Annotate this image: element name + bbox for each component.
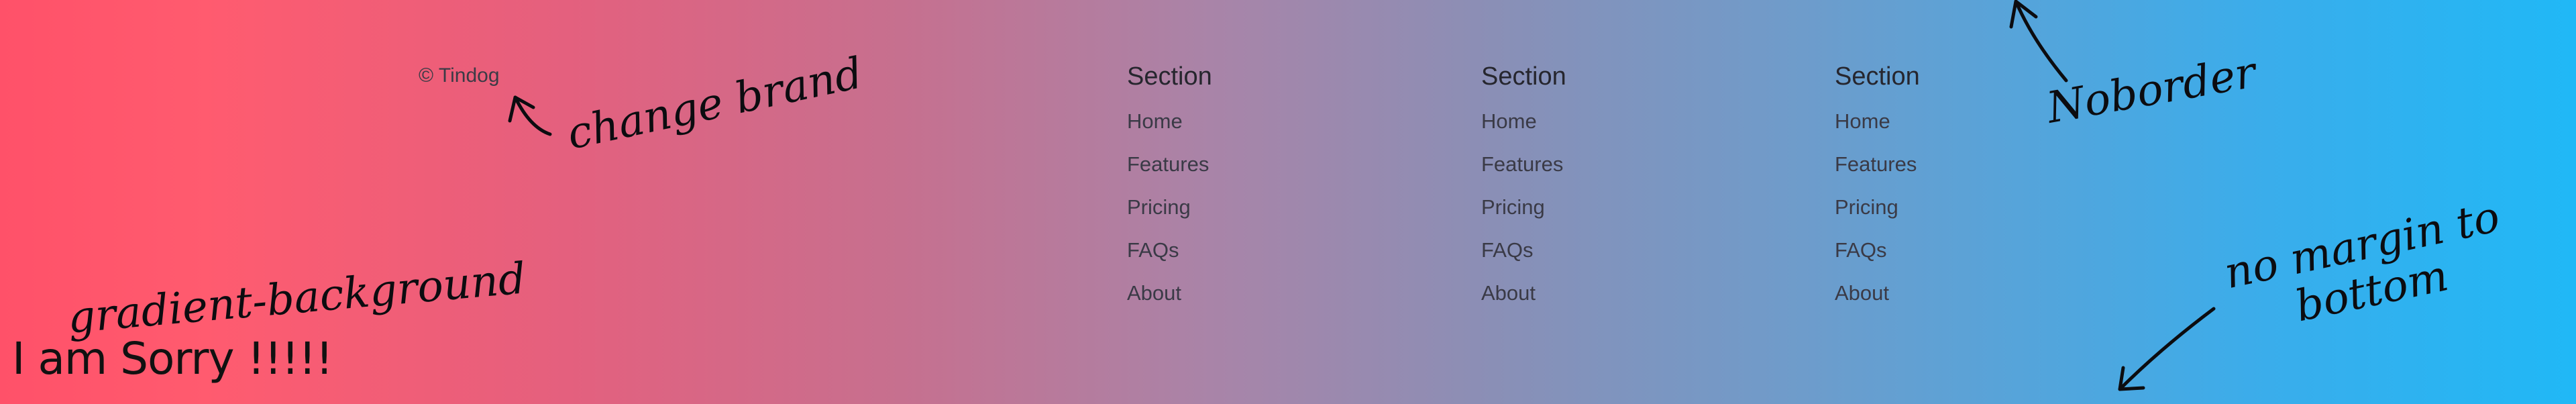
footer-link-pricing[interactable]: Pricing [1481, 191, 1545, 224]
footer-link-faqs[interactable]: FAQs [1127, 234, 1179, 267]
annotation-change-brand: change brand [563, 48, 867, 160]
overlay-sorry-text: I am Sorry !!!!! [12, 333, 333, 385]
annotation-no-border: Noborder [2043, 48, 2260, 134]
footer-section-1: Section Home Features Pricing FAQs About [1127, 59, 1212, 319]
footer-link-features[interactable]: Features [1481, 148, 1563, 181]
annotation-gradient-background: gradient-background [66, 254, 528, 344]
footer-link-features[interactable]: Features [1127, 148, 1209, 181]
arrow-to-bottom-icon [2118, 307, 2216, 391]
footer-link-home[interactable]: Home [1127, 105, 1183, 138]
footer-link-faqs[interactable]: FAQs [1481, 234, 1534, 267]
footer-section-2: Section Home Features Pricing FAQs About [1481, 59, 1566, 319]
annotation-no-margin: no margin to bottom [2220, 192, 2514, 344]
footer-link-about[interactable]: About [1835, 276, 1889, 310]
footer-section-3: Section Home Features Pricing FAQs About [1835, 59, 1920, 319]
footer-link-faqs[interactable]: FAQs [1835, 234, 1887, 267]
section-links: Home Features Pricing FAQs About [1481, 105, 1566, 319]
footer-link-about[interactable]: About [1127, 276, 1181, 310]
footer-link-home[interactable]: Home [1835, 105, 1890, 138]
footer-link-about[interactable]: About [1481, 276, 1536, 310]
section-title: Section [1835, 62, 1920, 91]
footer-link-features[interactable]: Features [1835, 148, 1917, 181]
footer-brand: © Tindog [419, 64, 500, 87]
arrow-head-brand-icon [508, 95, 535, 123]
arrow-head-top-icon [2009, 0, 2038, 29]
arrow-to-top-border-icon [2014, 0, 2068, 83]
section-links: Home Features Pricing FAQs About [1127, 105, 1212, 319]
section-title: Section [1481, 62, 1566, 91]
footer: © Tindog Section Home Features Pricing F… [0, 0, 2576, 404]
footer-link-pricing[interactable]: Pricing [1835, 191, 1898, 224]
arrow-head-bottom-icon [2118, 366, 2145, 391]
footer-link-home[interactable]: Home [1481, 105, 1537, 138]
arrow-to-brand-icon [513, 95, 552, 136]
section-links: Home Features Pricing FAQs About [1835, 105, 1920, 319]
section-title: Section [1127, 62, 1212, 91]
footer-link-pricing[interactable]: Pricing [1127, 191, 1191, 224]
